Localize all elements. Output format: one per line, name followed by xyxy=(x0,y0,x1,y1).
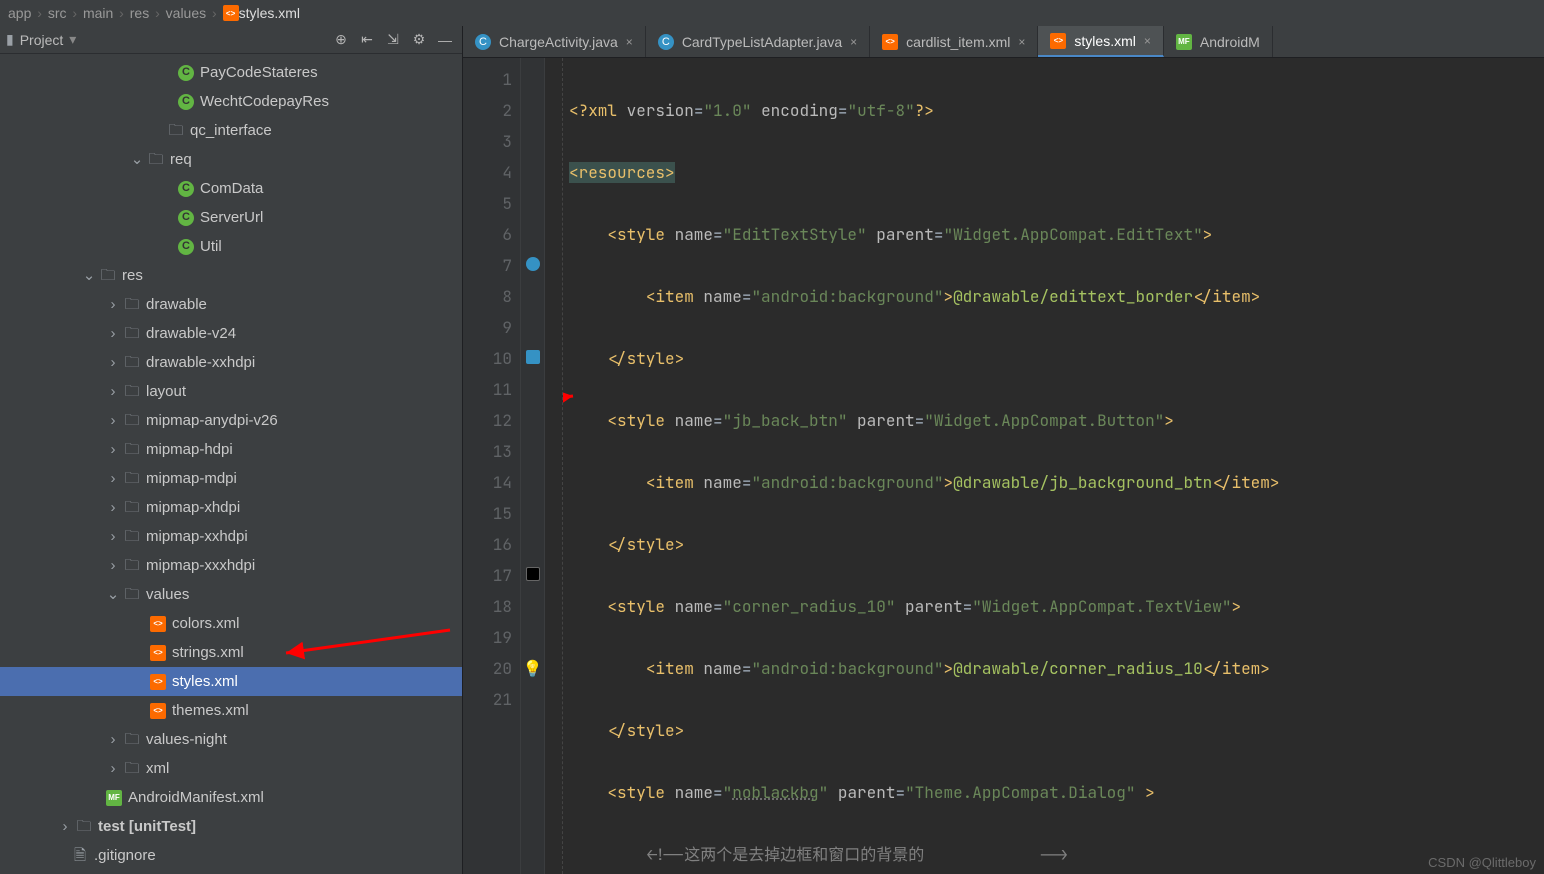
collapse-icon[interactable]: ⇤ xyxy=(356,29,378,51)
project-tree: CPayCodeStateres CWechtCodepayRes 🗀qc_in… xyxy=(0,54,462,874)
project-panel: ▮ Project ▾ ⊕ ⇤ ⇲ ⚙ — CPayCodeStateres C… xyxy=(0,26,463,874)
tree-item-styles[interactable]: <>styles.xml xyxy=(0,667,462,696)
tree-item[interactable]: CUtil xyxy=(0,232,462,261)
project-title-text: Project xyxy=(20,32,64,48)
chevron-right-icon[interactable]: › xyxy=(104,290,122,319)
class-icon: C xyxy=(178,181,194,197)
class-icon: C xyxy=(178,94,194,110)
tree-item[interactable]: ›🗀mipmap-anydpi-v26 xyxy=(0,406,462,435)
tab-cardlist-item[interactable]: <>cardlist_item.xml× xyxy=(870,26,1038,57)
tree-item[interactable]: <>colors.xml xyxy=(0,609,462,638)
folder-icon: 🗀 xyxy=(122,290,142,319)
xml-icon: <> xyxy=(1050,33,1066,49)
tree-item[interactable]: <>themes.xml xyxy=(0,696,462,725)
crumb[interactable]: src xyxy=(48,5,67,21)
close-icon[interactable]: × xyxy=(1018,35,1025,49)
tree-item[interactable]: MFAndroidManifest.xml xyxy=(0,783,462,812)
chevron-down-icon[interactable]: ⌄ xyxy=(104,580,122,609)
tree-item[interactable]: <>strings.xml xyxy=(0,638,462,667)
tree-item[interactable]: ›🗀mipmap-mdpi xyxy=(0,464,462,493)
xml-icon: <> xyxy=(882,34,898,50)
crumb[interactable]: main xyxy=(83,5,113,21)
tree-item[interactable]: 🗀qc_interface xyxy=(0,116,462,145)
close-icon[interactable]: × xyxy=(1144,34,1151,48)
hide-icon[interactable]: — xyxy=(434,29,456,51)
tab-android-manifest[interactable]: MFAndroidM xyxy=(1164,26,1273,57)
class-icon: C xyxy=(178,65,194,81)
code-editor[interactable]: 123456789101112131415161718192021 💡 <?xm… xyxy=(463,58,1544,874)
close-icon[interactable]: × xyxy=(626,35,633,49)
tree-item[interactable]: ⌄🗀values xyxy=(0,580,462,609)
lightbulb-icon[interactable]: 💡 xyxy=(523,658,543,679)
color-mark xyxy=(526,350,540,364)
java-icon: C xyxy=(475,34,491,50)
project-panel-title[interactable]: ▮ Project ▾ xyxy=(6,31,76,48)
tree-item[interactable]: ›🗀layout xyxy=(0,377,462,406)
chevron-down-icon[interactable]: ⌄ xyxy=(128,145,146,174)
tree-item[interactable]: ›🗀drawable xyxy=(0,290,462,319)
line-gutter: 123456789101112131415161718192021 xyxy=(463,58,521,874)
crumb[interactable]: app xyxy=(8,5,31,21)
chevron-down-icon[interactable]: ⌄ xyxy=(80,261,98,290)
tree-item[interactable]: ›🗀mipmap-hdpi xyxy=(0,435,462,464)
settings-icon[interactable]: ⚙ xyxy=(408,29,430,51)
close-icon[interactable]: × xyxy=(850,35,857,49)
tab-charge-activity[interactable]: CChargeActivity.java× xyxy=(463,26,646,57)
xml-icon: <> xyxy=(150,616,166,632)
tree-item[interactable]: ›🗀mipmap-xhdpi xyxy=(0,493,462,522)
xml-file-icon: <> xyxy=(223,5,239,21)
tree-item[interactable]: ›🗀xml xyxy=(0,754,462,783)
tab-styles[interactable]: <>styles.xml× xyxy=(1038,26,1163,57)
breadcrumb-bar: app › src › main › res › values › <> sty… xyxy=(0,0,1544,26)
tree-item[interactable]: 🗎.gitignore xyxy=(0,841,462,870)
tree-item[interactable]: ›🗀drawable-xxhdpi xyxy=(0,348,462,377)
crumb[interactable]: res xyxy=(130,5,149,21)
tree-item[interactable]: ›🗀drawable-v24 xyxy=(0,319,462,348)
editor-panel: CChargeActivity.java× CCardTypeListAdapt… xyxy=(463,26,1544,874)
color-mark xyxy=(526,164,540,178)
tree-item[interactable]: ⌄🗀req xyxy=(0,145,462,174)
tree-item[interactable]: ›🗀mipmap-xxxhdpi xyxy=(0,551,462,580)
folder-icon: 🗀 xyxy=(166,116,186,145)
crumb[interactable]: styles.xml xyxy=(239,5,300,21)
crumb[interactable]: values xyxy=(166,5,206,21)
color-mark xyxy=(526,567,540,581)
tab-cardtypelist[interactable]: CCardTypeListAdapter.java× xyxy=(646,26,870,57)
color-mark xyxy=(526,257,540,271)
tree-item[interactable]: CComData xyxy=(0,174,462,203)
expand-icon[interactable]: ⇲ xyxy=(382,29,404,51)
class-icon: C xyxy=(178,239,194,255)
class-icon: C xyxy=(178,210,194,226)
manifest-icon: MF xyxy=(1176,34,1192,50)
target-icon[interactable]: ⊕ xyxy=(330,29,352,51)
editor-tabs: CChargeActivity.java× CCardTypeListAdapt… xyxy=(463,26,1544,58)
folder-icon: 🗀 xyxy=(146,145,166,174)
tree-item[interactable]: ›🗀mipmap-xxhdpi xyxy=(0,522,462,551)
tree-item[interactable]: ⌄🗀res xyxy=(0,261,462,290)
java-icon: C xyxy=(658,34,674,50)
manifest-icon: MF xyxy=(106,790,122,806)
tree-item[interactable]: CPayCodeStateres xyxy=(0,58,462,87)
watermark: CSDN @Qlittleboy xyxy=(1428,855,1536,870)
folder-icon: 🗀 xyxy=(98,261,118,290)
tree-item[interactable]: ›🗀test [unitTest] xyxy=(0,812,462,841)
tree-item[interactable]: CServerUrl xyxy=(0,203,462,232)
gutter-marks: 💡 xyxy=(521,58,545,874)
tree-item[interactable]: ›🗀values-night xyxy=(0,725,462,754)
tree-item[interactable]: CWechtCodepayRes xyxy=(0,87,462,116)
